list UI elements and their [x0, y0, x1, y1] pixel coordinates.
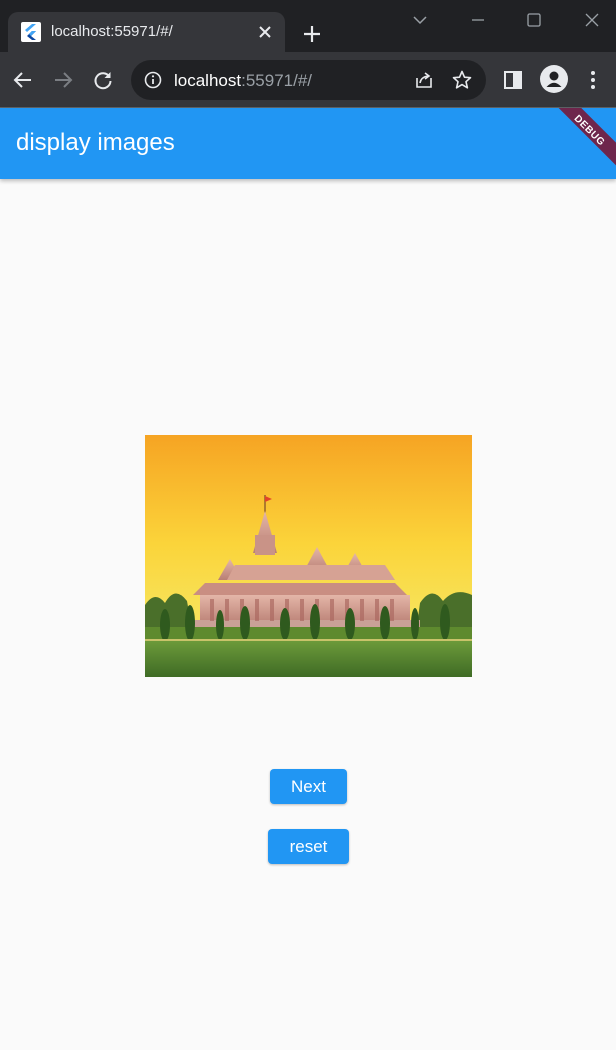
- window-close-icon[interactable]: [582, 10, 602, 30]
- tab-title: localhost:55971/#/: [51, 23, 173, 40]
- chevron-down-icon[interactable]: [410, 10, 430, 30]
- back-arrow-icon[interactable]: [11, 68, 35, 92]
- reload-icon[interactable]: [91, 68, 115, 92]
- profile-icon[interactable]: [540, 65, 568, 93]
- info-icon[interactable]: [143, 70, 163, 90]
- close-icon[interactable]: [255, 22, 275, 42]
- plus-icon[interactable]: [300, 22, 324, 46]
- address-text: localhost:55971/#/: [174, 71, 312, 91]
- flutter-favicon-icon: [21, 22, 41, 42]
- temple-image: [145, 435, 472, 677]
- star-icon[interactable]: [451, 69, 473, 91]
- browser-toolbar: localhost:55971/#/: [0, 52, 616, 107]
- reset-button[interactable]: reset: [268, 829, 349, 864]
- forward-arrow-icon[interactable]: [51, 68, 75, 92]
- debug-banner: DEBUG: [546, 108, 616, 174]
- kebab-menu-icon[interactable]: [581, 68, 605, 92]
- debug-banner-label: DEBUG: [571, 113, 607, 149]
- app-bar: display images DEBUG: [0, 108, 616, 179]
- browser-tabstrip: localhost:55971/#/: [0, 0, 616, 52]
- maximize-icon[interactable]: [524, 10, 544, 30]
- address-path: :55971/#/: [241, 71, 313, 90]
- next-button[interactable]: Next: [270, 769, 347, 804]
- side-panel-icon[interactable]: [501, 68, 525, 92]
- share-icon[interactable]: [413, 69, 435, 91]
- minimize-icon[interactable]: [468, 10, 488, 30]
- address-host: localhost: [174, 71, 242, 90]
- page-title: display images: [16, 129, 175, 156]
- browser-tab[interactable]: localhost:55971/#/: [8, 12, 285, 52]
- address-bar[interactable]: localhost:55971/#/: [131, 60, 486, 100]
